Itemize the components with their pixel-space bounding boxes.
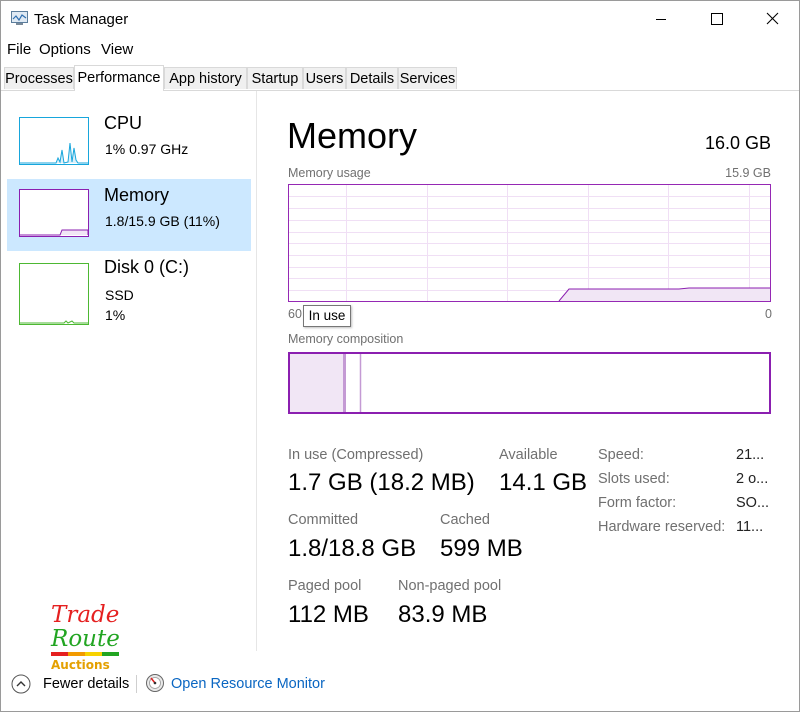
cpu-thumbnail-graph — [19, 117, 89, 165]
sidebar-item-memory[interactable]: Memory 1.8/15.9 GB (11%) — [7, 179, 251, 251]
tab-details[interactable]: Details — [346, 67, 398, 89]
slots-used-value: 2 o... — [736, 471, 769, 487]
menu-file[interactable]: File — [7, 41, 31, 58]
title-bar[interactable]: Task Manager — [1, 1, 799, 37]
task-manager-window: Task Manager File Options View Processes… — [0, 0, 800, 712]
tab-users[interactable]: Users — [303, 67, 346, 89]
slots-used-label: Slots used: — [598, 471, 670, 487]
hardware-reserved-label: Hardware reserved: — [598, 519, 726, 535]
maximize-icon — [711, 13, 723, 25]
open-resource-monitor-link[interactable]: Open Resource Monitor — [171, 676, 325, 692]
sidebar-memory-usage: 1.8/15.9 GB (11%) — [105, 213, 220, 229]
committed-label: Committed — [288, 512, 359, 528]
cached-value: 599 MB — [440, 535, 523, 562]
tab-processes[interactable]: Processes — [4, 67, 74, 89]
memory-usage-graph-plot — [289, 185, 770, 302]
performance-sidebar: CPU 1% 0.97 GHz Memory 1.8/15.9 GB (11%)… — [1, 91, 257, 651]
memory-composition-chart — [290, 354, 362, 412]
disk-thumbnail-graph — [19, 263, 89, 325]
menu-options[interactable]: Options — [39, 41, 91, 58]
watermark-line-2: Route — [51, 626, 120, 652]
tab-app-history[interactable]: App history — [164, 67, 247, 89]
cached-label: Cached — [440, 512, 490, 528]
task-manager-app-icon — [11, 11, 28, 25]
sidebar-cpu-name: CPU — [104, 113, 143, 133]
sidebar-item-cpu[interactable]: CPU 1% 0.97 GHz — [7, 107, 251, 179]
in-use-tooltip: In use — [303, 305, 351, 327]
memory-thumbnail-graph — [19, 189, 89, 237]
watermark-line-1: Trade — [51, 602, 120, 628]
watermark-line-3: Auctions — [51, 658, 110, 672]
available-value: 14.1 GB — [499, 469, 588, 496]
memory-usage-max: 15.9 GB — [725, 166, 771, 180]
non-paged-pool-label: Non-paged pool — [398, 578, 502, 594]
tab-performance[interactable]: Performance — [74, 65, 164, 91]
trade-route-auctions-watermark: Trade Route Auctions — [51, 603, 123, 675]
footer-divider — [136, 675, 137, 693]
watermark-color-bars — [51, 652, 119, 656]
memory-total: 16.0 GB — [704, 133, 771, 153]
in-use-label: In use (Compressed) — [288, 447, 424, 463]
form-factor-label: Form factor: — [598, 495, 677, 511]
window-title: Task Manager — [34, 11, 129, 28]
tab-startup[interactable]: Startup — [247, 67, 303, 89]
sidebar-disk-usage: 1% — [105, 307, 126, 323]
sidebar-item-disk[interactable]: Disk 0 (C:) SSD 1% — [7, 251, 251, 325]
memory-composition-label: Memory composition — [288, 332, 404, 346]
sidebar-disk-type: SSD — [105, 287, 134, 303]
menu-view[interactable]: View — [101, 41, 133, 58]
fewer-details-button[interactable]: Fewer details — [43, 676, 129, 692]
maximize-button[interactable] — [689, 1, 745, 37]
page-title: Memory — [287, 115, 418, 156]
chevron-up-circle-icon[interactable] — [11, 674, 31, 694]
minimize-icon — [656, 19, 666, 20]
graph-axis-zero: 0 — [765, 307, 772, 321]
committed-value: 1.8/18.8 GB — [288, 535, 417, 562]
tab-strip: Processes Performance App history Startu… — [1, 65, 799, 91]
paged-pool-value: 112 MB — [288, 601, 369, 628]
minimize-button[interactable] — [633, 1, 689, 37]
sidebar-memory-name: Memory — [104, 185, 170, 205]
paged-pool-label: Paged pool — [288, 578, 362, 594]
available-label: Available — [499, 447, 558, 463]
cpu-sparkline — [20, 142, 88, 164]
sidebar-disk-name: Disk 0 (C:) — [104, 257, 189, 277]
graph-axis-seconds: 60 — [288, 307, 302, 321]
form-factor-value: SO... — [736, 495, 770, 511]
memory-composition-bar[interactable] — [288, 352, 771, 414]
in-use-value: 1.7 GB (18.2 MB) — [288, 469, 475, 496]
memory-usage-graph[interactable] — [288, 184, 771, 302]
disk-sparkline — [20, 320, 88, 324]
hardware-reserved-value: 11... — [736, 519, 764, 535]
memory-sparkline — [20, 229, 89, 236]
speed-label: Speed: — [598, 447, 644, 463]
close-icon — [766, 12, 779, 25]
sidebar-cpu-usage: 1% 0.97 GHz — [105, 141, 189, 157]
tab-services[interactable]: Services — [398, 67, 457, 89]
resource-monitor-icon[interactable] — [145, 673, 165, 693]
close-button[interactable] — [745, 1, 799, 37]
non-paged-pool-value: 83.9 MB — [398, 601, 488, 628]
memory-usage-label: Memory usage — [288, 166, 371, 180]
speed-value: 21... — [736, 447, 765, 463]
memory-detail-panel: Memory 16.0 GB Memory usage 15.9 GB 60 0… — [257, 91, 799, 651]
